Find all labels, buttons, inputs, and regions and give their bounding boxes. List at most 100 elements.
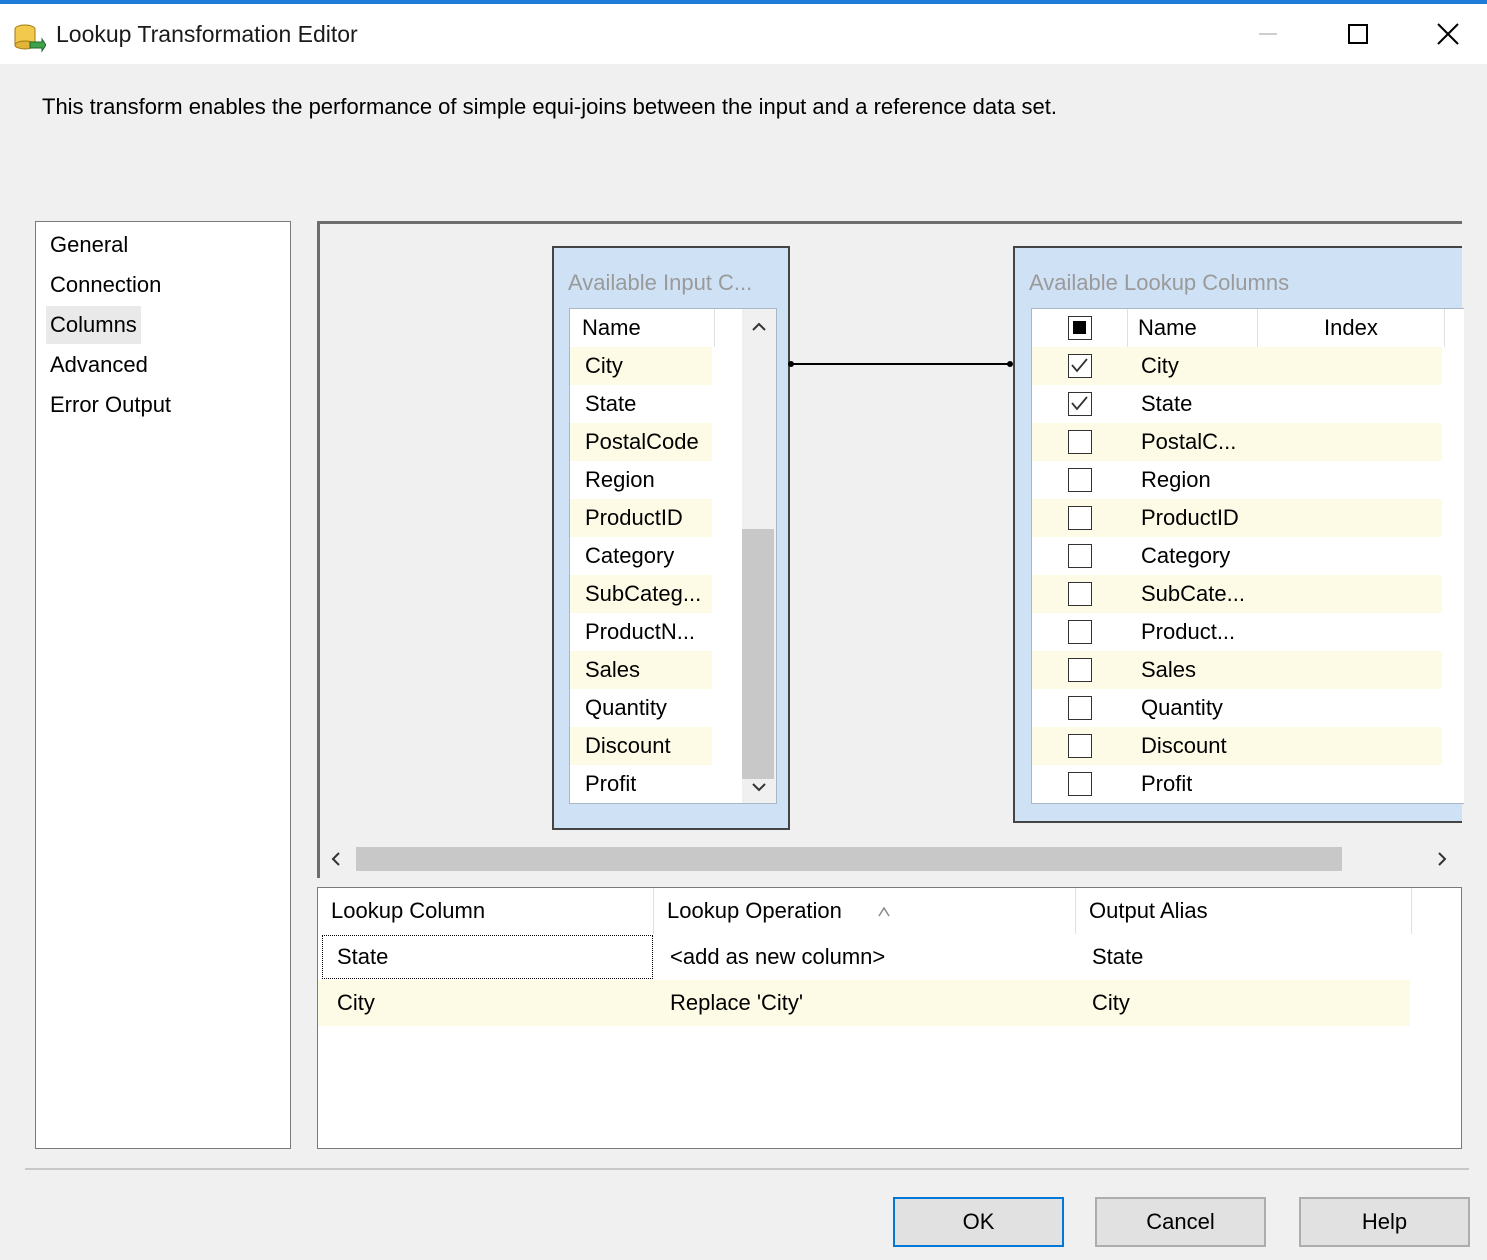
nav-item-columns[interactable]: Columns	[46, 306, 141, 344]
output-alias-header[interactable]: Output Alias	[1076, 888, 1412, 934]
lookup-row[interactable]: State	[1032, 385, 1442, 423]
lookup-row[interactable]: Profit	[1032, 765, 1442, 803]
mapping-lookup-operation[interactable]: Replace 'City'	[654, 980, 803, 1026]
lookup-row[interactable]: Discount	[1032, 727, 1442, 765]
select-all-checkbox[interactable]	[1068, 316, 1092, 340]
chevron-left-icon[interactable]	[324, 847, 348, 871]
lookup-row-checkbox[interactable]	[1068, 696, 1092, 720]
lookup-row-checkbox[interactable]	[1068, 430, 1092, 454]
input-row-name: Quantity	[585, 695, 667, 720]
chevron-down-icon[interactable]	[749, 777, 769, 797]
input-name-header[interactable]: Name	[582, 309, 641, 347]
column-separator	[1444, 309, 1445, 347]
lookup-row-checkbox[interactable]	[1068, 620, 1092, 644]
maximize-button[interactable]	[1313, 4, 1403, 64]
chevron-up-icon[interactable]	[749, 317, 769, 337]
lookup-row[interactable]: Category	[1032, 537, 1442, 575]
lookup-mapping-grid[interactable]: Lookup Column Lookup Operation Output Al…	[317, 887, 1462, 1149]
lookup-column-header-label: Lookup Column	[331, 898, 486, 923]
input-row[interactable]: State	[570, 385, 712, 423]
input-row-name: Discount	[585, 733, 671, 758]
input-row[interactable]: ProductID	[570, 499, 712, 537]
maximize-icon	[1348, 24, 1368, 44]
lookup-row-name: PostalC...	[1141, 429, 1237, 454]
lookup-index-header[interactable]: Index	[1324, 309, 1378, 347]
lookup-row-checkbox[interactable]	[1068, 392, 1092, 416]
canvas-horizontal-scrollbar[interactable]	[320, 841, 1460, 877]
input-row[interactable]: City	[570, 347, 712, 385]
mapping-output-alias[interactable]: State	[1076, 934, 1143, 980]
lookup-column-header[interactable]: Lookup Column	[318, 888, 654, 934]
lookup-row-checkbox[interactable]	[1068, 772, 1092, 796]
lookup-row[interactable]: Product...	[1032, 613, 1442, 651]
lookup-row-checkbox[interactable]	[1068, 544, 1092, 568]
lookup-table-caption: Available Lookup Columns	[1029, 270, 1290, 295]
mapping-lookup-operation[interactable]: <add as new column>	[654, 934, 885, 980]
lookup-row[interactable]: ProductID	[1032, 499, 1442, 537]
input-row-name: State	[585, 391, 637, 416]
column-separator	[1257, 309, 1258, 347]
lookup-row[interactable]: PostalC...	[1032, 423, 1442, 461]
input-row-name: Profit	[585, 771, 637, 796]
lookup-row[interactable]: Sales	[1032, 651, 1442, 689]
input-row[interactable]: PostalCode	[570, 423, 712, 461]
close-icon	[1437, 23, 1459, 45]
nav-item-error-output[interactable]: Error Output	[46, 386, 175, 424]
checkmark-icon	[1071, 358, 1088, 373]
input-row[interactable]: Quantity	[570, 689, 712, 727]
lookup-row-checkbox[interactable]	[1068, 506, 1092, 530]
lookup-row-name: Profit	[1141, 771, 1193, 796]
help-button[interactable]: Help	[1299, 1197, 1470, 1247]
nav-item-connection[interactable]: Connection	[46, 266, 165, 304]
connector-start	[788, 361, 794, 367]
mapping-row[interactable]: State <add as new column> State	[318, 934, 1410, 980]
mapping-output-alias[interactable]: City	[1076, 980, 1130, 1026]
footer-divider	[25, 1168, 1469, 1170]
mapping-lookup-column[interactable]: State	[321, 934, 654, 980]
transform-description: This transform enables the performance o…	[42, 94, 1058, 119]
input-row[interactable]: Sales	[570, 651, 712, 689]
input-grid-header: Name	[570, 309, 742, 347]
input-row-name: City	[585, 353, 623, 378]
page-navigation: General Connection Columns Advanced Erro…	[35, 221, 291, 1149]
input-scroll-thumb[interactable]	[742, 529, 774, 779]
lookup-row[interactable]: City	[1032, 347, 1442, 385]
cancel-button[interactable]: Cancel	[1095, 1197, 1266, 1247]
title-bar[interactable]: Lookup Transformation Editor	[0, 4, 1487, 64]
close-button[interactable]	[1403, 4, 1487, 64]
lookup-row[interactable]: Quantity	[1032, 689, 1442, 727]
nav-item-general[interactable]: General	[46, 226, 132, 264]
lookup-row-checkbox[interactable]	[1068, 582, 1092, 606]
input-row[interactable]: SubCateg...	[570, 575, 712, 613]
lookup-row-checkbox[interactable]	[1068, 658, 1092, 682]
input-row[interactable]: Category	[570, 537, 712, 575]
lookup-row-name: Discount	[1141, 733, 1227, 758]
canvas-scroll-thumb[interactable]	[356, 847, 1342, 871]
lookup-name-header[interactable]: Name	[1138, 309, 1197, 347]
column-separator	[1127, 309, 1128, 347]
lookup-columns-table[interactable]: Available Lookup Columns Name Index City…	[1013, 246, 1464, 823]
lookup-row-checkbox[interactable]	[1068, 354, 1092, 378]
checkmark-icon	[1071, 396, 1088, 411]
input-columns-table[interactable]: Available Input C... Name City State Pos…	[552, 246, 790, 830]
ok-button[interactable]: OK	[893, 1197, 1064, 1247]
input-row[interactable]: ProductN...	[570, 613, 712, 651]
lookup-operation-header[interactable]: Lookup Operation	[654, 888, 1076, 934]
chevron-right-icon[interactable]	[1430, 847, 1454, 871]
lookup-row-checkbox[interactable]	[1068, 734, 1092, 758]
minimize-button[interactable]	[1223, 4, 1313, 64]
input-row[interactable]: Region	[570, 461, 712, 499]
mapping-lookup-column[interactable]: City	[321, 980, 375, 1026]
input-row[interactable]: Discount	[570, 727, 712, 765]
mapping-row[interactable]: City Replace 'City' City	[318, 980, 1410, 1026]
input-row[interactable]: Profit	[570, 765, 712, 803]
nav-item-advanced[interactable]: Advanced	[46, 346, 152, 384]
join-connector-line[interactable]	[790, 363, 1012, 365]
lookup-row[interactable]: SubCate...	[1032, 575, 1442, 613]
input-vertical-scrollbar[interactable]	[742, 309, 776, 803]
lookup-row-checkbox[interactable]	[1068, 468, 1092, 492]
lookup-grid-header: Name Index	[1032, 309, 1464, 347]
lookup-row-name: Category	[1141, 543, 1231, 568]
lookup-row[interactable]: Region	[1032, 461, 1442, 499]
window-title: Lookup Transformation Editor	[56, 21, 358, 47]
